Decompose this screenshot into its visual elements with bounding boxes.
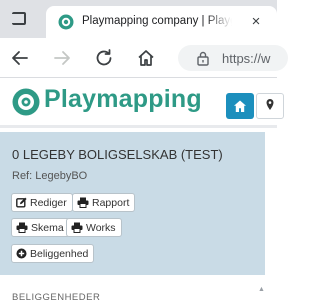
lock-icon[interactable] <box>196 50 210 66</box>
browser-toolbar: https://w <box>0 38 288 78</box>
scroll-up-icon[interactable]: ▲ <box>258 286 265 293</box>
printer-icon <box>71 222 83 233</box>
forward-arrow-icon[interactable] <box>50 46 74 70</box>
close-icon[interactable]: × <box>246 12 266 32</box>
tab-switcher-icon[interactable] <box>12 12 26 25</box>
browser-tab-strip: Playmapping company | Playgro × <box>0 0 277 38</box>
home-icon <box>234 100 246 112</box>
site-logo-text[interactable]: Playmapping <box>44 85 202 114</box>
map-nav-button[interactable] <box>256 93 284 119</box>
section-heading: BELIGGENHEDER <box>12 292 101 303</box>
favicon-icon <box>58 14 74 30</box>
plus-circle-icon <box>16 248 27 259</box>
url-text: https://w <box>222 51 271 66</box>
beliggenhed-label: Beliggenhed <box>30 247 89 260</box>
tab-title-fade <box>206 12 232 32</box>
skema-label: Skema <box>31 221 64 234</box>
rediger-button[interactable]: Rediger <box>11 193 73 212</box>
header-divider <box>0 125 277 128</box>
company-ref: Ref: LegebyBO <box>12 170 88 182</box>
rapport-button[interactable]: Rapport <box>72 193 136 212</box>
home-nav-button[interactable] <box>226 93 254 119</box>
works-button[interactable]: Works <box>66 218 122 237</box>
rediger-label: Rediger <box>30 196 67 209</box>
scroll-gutter <box>265 132 277 304</box>
address-bar[interactable]: https://w <box>178 45 288 71</box>
site-header: Playmapping <box>0 79 284 126</box>
company-title: 0 LEGEBY BOLIGSELSKAB (TEST) <box>12 147 223 162</box>
edit-icon <box>16 197 27 208</box>
printer-icon <box>16 222 28 233</box>
map-pin-icon <box>266 99 274 110</box>
skema-button[interactable]: Skema <box>11 218 70 237</box>
home-icon[interactable] <box>134 46 158 70</box>
back-arrow-icon[interactable] <box>8 46 32 70</box>
printer-icon <box>77 197 89 208</box>
works-label: Works <box>86 221 116 234</box>
rapport-label: Rapport <box>92 196 130 209</box>
browser-tab[interactable]: Playmapping company | Playgro × <box>46 6 277 38</box>
company-info-panel: 0 LEGEBY BOLIGSELSKAB (TEST) Ref: Legeby… <box>0 132 265 275</box>
beliggenhed-button[interactable]: Beliggenhed <box>11 244 95 263</box>
playmapping-logo-icon <box>12 88 40 116</box>
reload-icon[interactable] <box>92 46 116 70</box>
